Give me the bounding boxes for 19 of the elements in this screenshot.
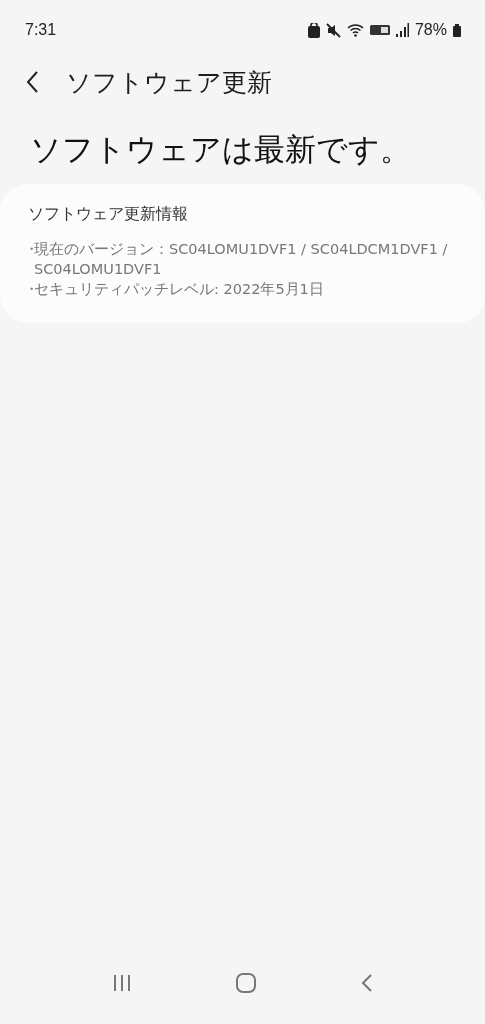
battery-percent: 78%: [414, 21, 447, 39]
mute-icon: [325, 22, 341, 38]
bullet: ・: [24, 240, 34, 259]
status-time: 7:31: [25, 21, 57, 39]
back-button[interactable]: [26, 71, 38, 93]
battery-icon: [453, 23, 461, 37]
lock-icon: [307, 22, 320, 38]
wifi-icon: [346, 23, 364, 37]
back-icon: [26, 71, 38, 93]
signal-icon: [395, 23, 409, 37]
recent-apps-icon: [112, 975, 131, 991]
home-icon: [236, 973, 256, 993]
info-text: 現在のバージョン：SC04LOMU1DVF1 / SC04LDCM1DVF1 / SC04LOMU1DVF1: [34, 240, 449, 279]
back-icon: [361, 974, 373, 992]
info-text: セキュリティパッチレベル: 2022年5月1日: [34, 280, 324, 299]
card-title: ソフトウェア更新情報: [28, 204, 189, 225]
bullet: ・: [24, 280, 34, 299]
page-title: ソフトウェア更新: [66, 66, 272, 99]
status-headline: ソフトウェアは最新です。: [30, 130, 412, 169]
